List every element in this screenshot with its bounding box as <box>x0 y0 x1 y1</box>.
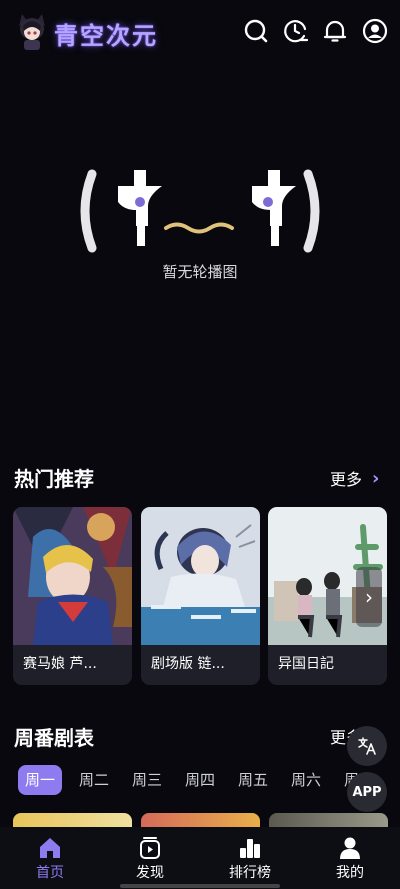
hot-card-title: 剧场版 链... <box>151 656 225 672</box>
tab-ranking[interactable]: 排行榜 <box>200 827 300 889</box>
app-logo-title: 青空次元 <box>54 22 158 50</box>
day-tab-tue[interactable]: 周二 <box>74 765 114 795</box>
app-button-label: APP <box>352 784 382 800</box>
hot-cards: 赛马娘 芦... 剧场版 链... 异国日記 <box>13 507 400 685</box>
hot-card-title: 异国日記 <box>278 656 334 672</box>
discover-icon <box>138 836 162 860</box>
day-tab-wed[interactable]: 周三 <box>127 765 167 795</box>
poster-image <box>141 507 260 645</box>
chevron-right-icon: › <box>365 585 373 609</box>
home-icon <box>38 836 62 860</box>
user-icon[interactable] <box>362 18 388 44</box>
tab-discover-label: 发现 <box>136 865 164 881</box>
home-indicator <box>120 884 280 888</box>
tab-profile[interactable]: 我的 <box>300 827 400 889</box>
weekly-section-title: 周番剧表 <box>14 726 94 750</box>
bell-icon[interactable] <box>322 18 348 44</box>
hot-more-link[interactable]: 更多 › <box>330 466 379 490</box>
hot-card[interactable]: 剧场版 链... <box>141 507 260 685</box>
empty-banner-text: 暂无轮播图 <box>162 263 238 281</box>
translate-icon <box>358 737 376 755</box>
chevron-right-icon: › <box>372 467 380 489</box>
app-download-button[interactable]: APP <box>347 772 387 812</box>
tab-profile-label: 我的 <box>336 865 364 881</box>
search-icon[interactable] <box>243 18 269 44</box>
weekly-thumb[interactable] <box>13 813 132 827</box>
profile-icon <box>338 836 362 860</box>
carousel-next-button[interactable]: › <box>356 567 382 627</box>
history-icon[interactable] <box>283 18 309 44</box>
ranking-icon <box>238 836 262 860</box>
poster-image <box>13 507 132 645</box>
day-tab-sat[interactable]: 周六 <box>286 765 326 795</box>
tab-discover[interactable]: 发现 <box>100 827 200 889</box>
translate-button[interactable] <box>347 726 387 766</box>
bottom-tab-bar: 首页 发现 排行榜 我的 <box>0 827 400 889</box>
hot-more-label: 更多 <box>330 470 363 489</box>
day-tab-fri[interactable]: 周五 <box>233 765 273 795</box>
weekly-thumb[interactable] <box>269 813 388 827</box>
tab-home[interactable]: 首页 <box>0 827 100 889</box>
logo-avatar-icon <box>16 12 48 50</box>
weekday-tabs: 周一 周二 周三 周四 周五 周六 周日 <box>18 765 388 797</box>
weekly-thumb[interactable] <box>141 813 260 827</box>
hot-card[interactable]: 赛马娘 芦... <box>13 507 132 685</box>
top-bar: 青空次元 <box>0 0 400 64</box>
weekly-thumbnails <box>13 813 393 827</box>
tab-home-label: 首页 <box>36 865 64 881</box>
hot-card-title: 赛马娘 芦... <box>23 656 97 672</box>
day-tab-thu[interactable]: 周四 <box>180 765 220 795</box>
tab-ranking-label: 排行榜 <box>229 865 271 881</box>
day-tab-mon[interactable]: 周一 <box>18 765 62 795</box>
empty-banner-emoticon <box>74 166 326 256</box>
hot-section-title: 热门推荐 <box>14 467 94 491</box>
